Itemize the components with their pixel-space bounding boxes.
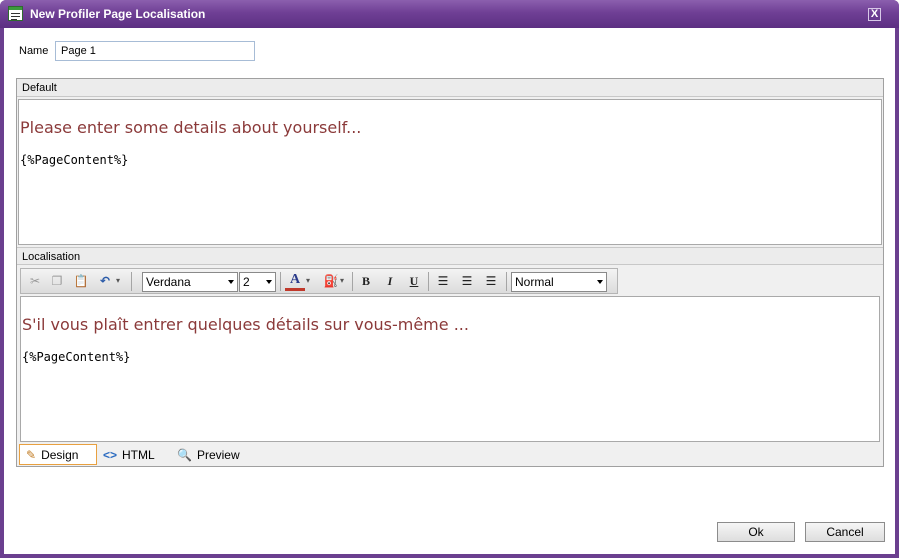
tab-design[interactable]: ✎ Design [19,444,97,465]
default-heading-text: Please enter some details about yourself… [20,118,362,137]
tab-preview[interactable]: 🔍 Preview [171,444,251,465]
paragraph-style-select[interactable]: Normal [511,272,607,292]
default-content-area[interactable]: Please enter some details about yourself… [18,99,882,245]
title-bar[interactable]: New Profiler Page Localisation X [0,0,899,28]
bold-icon[interactable]: B [356,272,376,290]
code-brackets-icon: <> [103,447,118,462]
tab-html-label: HTML [122,447,155,462]
editor-mode-tabs: ✎ Design <> HTML 🔍 Preview [17,442,883,466]
ok-button[interactable]: Ok [717,522,795,542]
chevron-down-icon [228,280,234,284]
copy-icon[interactable]: ❐ [47,272,67,290]
cut-icon[interactable]: ✂ [25,272,45,290]
form-window-icon [8,6,23,21]
dialog-window: New Profiler Page Localisation X Name De… [0,0,899,558]
chevron-down-icon [597,280,603,284]
magnifier-icon: 🔍 [177,447,192,462]
close-button[interactable]: X [868,8,881,21]
dialog-body: Name Default Please enter some details a… [4,28,895,554]
tab-design-label: Design [41,447,79,462]
undo-dropdown-icon[interactable]: ▾ [113,272,123,290]
toolbar-separator [131,272,132,291]
content-panel: Default Please enter some details about … [16,78,884,467]
tab-html[interactable]: <> HTML [97,444,167,465]
toolbar-separator [352,272,353,291]
localisation-body-text: {%PageContent%} [22,350,131,364]
toolbar-separator [428,272,429,291]
cancel-button[interactable]: Cancel [805,522,885,542]
font-color-icon[interactable]: A [285,272,305,291]
font-color-dropdown-icon[interactable]: ▾ [303,272,313,290]
align-center-icon[interactable]: ☰ [457,272,477,290]
font-size-value: 2 [243,275,250,289]
tab-preview-label: Preview [196,447,240,462]
editor-toolbar: ✂ ❐ 📋 ↶ ▾ Verdana 2 A ▾ ⛽ ▾ B I U ☰ ☰ ☰ … [20,268,618,294]
name-input[interactable] [55,41,255,61]
localisation-heading-text: S'il vous plaît entrer quelques détails … [22,315,469,334]
chevron-down-icon [266,280,272,284]
window-title: New Profiler Page Localisation [30,7,206,21]
toolbar-separator [280,272,281,291]
underline-icon[interactable]: U [404,272,424,290]
highlight-dropdown-icon[interactable]: ▾ [337,272,347,290]
font-name-value: Verdana [146,275,191,289]
align-right-icon[interactable]: ☰ [481,272,501,290]
localisation-content-area[interactable]: S'il vous plaît entrer quelques détails … [20,296,880,442]
default-body-text: {%PageContent%} [20,153,129,167]
pencil-icon: ✎ [26,447,37,462]
paste-icon[interactable]: 📋 [71,272,91,290]
font-size-select[interactable]: 2 [239,272,276,292]
paragraph-style-value: Normal [515,275,554,289]
default-section-header: Default [17,79,883,97]
localisation-section-header: Localisation [17,247,883,265]
name-label: Name [19,45,49,57]
italic-icon[interactable]: I [380,272,400,290]
align-left-icon[interactable]: ☰ [433,272,453,290]
toolbar-separator [506,272,507,291]
undo-icon[interactable]: ↶ [95,272,115,290]
font-name-select[interactable]: Verdana [142,272,238,292]
